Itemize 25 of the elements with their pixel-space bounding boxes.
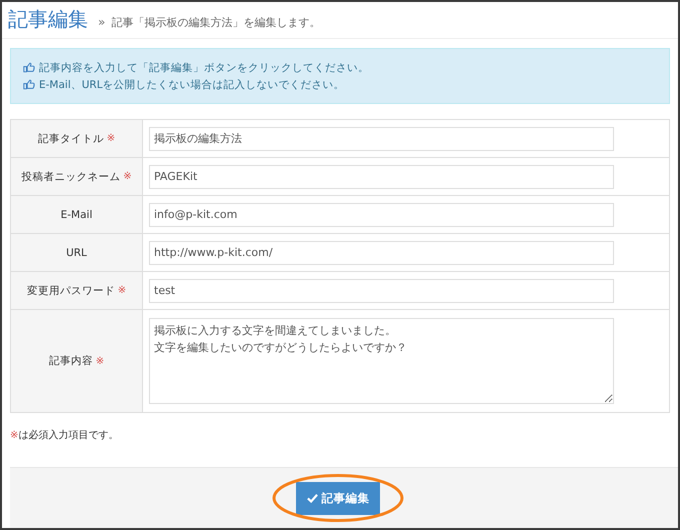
required-mark: ※ [10,430,18,440]
required-mark: ※ [123,171,132,182]
required-mark: ※ [118,285,126,296]
input-field[interactable]: info@p-kit.com [149,202,614,226]
page-subtitle: 記事「掲示板の編集方法」を編集します。 [111,15,320,30]
page-title: 記事編集 [8,6,88,33]
notice-text: E-Mail、URLを公開したくない場合は記入しないでください。 [39,78,345,92]
input-field[interactable]: test [149,278,614,302]
text-area[interactable]: 掲示板に入力する文字を間違えてしまいました。 文字を編集したいのですがどうしたらよいですか？ [149,318,614,404]
required-mark: ※ [106,133,116,144]
required-mark: ※ [96,356,104,366]
input-field[interactable]: 掲示板の編集方法 [149,126,614,150]
input-field[interactable]: http://www.p-kit.com/ [149,240,614,264]
field-label: 投稿者ニックネーム [21,170,120,184]
field-label: URL [66,246,87,258]
required-note: は必須入力項目です。 [18,428,118,442]
field-label: 変更用パスワード [26,284,115,298]
check-icon [306,493,318,503]
breadcrumb-separator: » [98,15,106,29]
input-field[interactable]: PAGEKit [149,164,614,188]
notice-text: 記事内容を入力して「記事編集」ボタンをクリックしてください。 [39,60,369,74]
field-label: 記事内容 [48,354,93,368]
field-label: E-Mail [60,208,92,220]
field-label: 記事タイトル [38,132,104,146]
submit-button[interactable]: 記事編集 [296,482,380,514]
